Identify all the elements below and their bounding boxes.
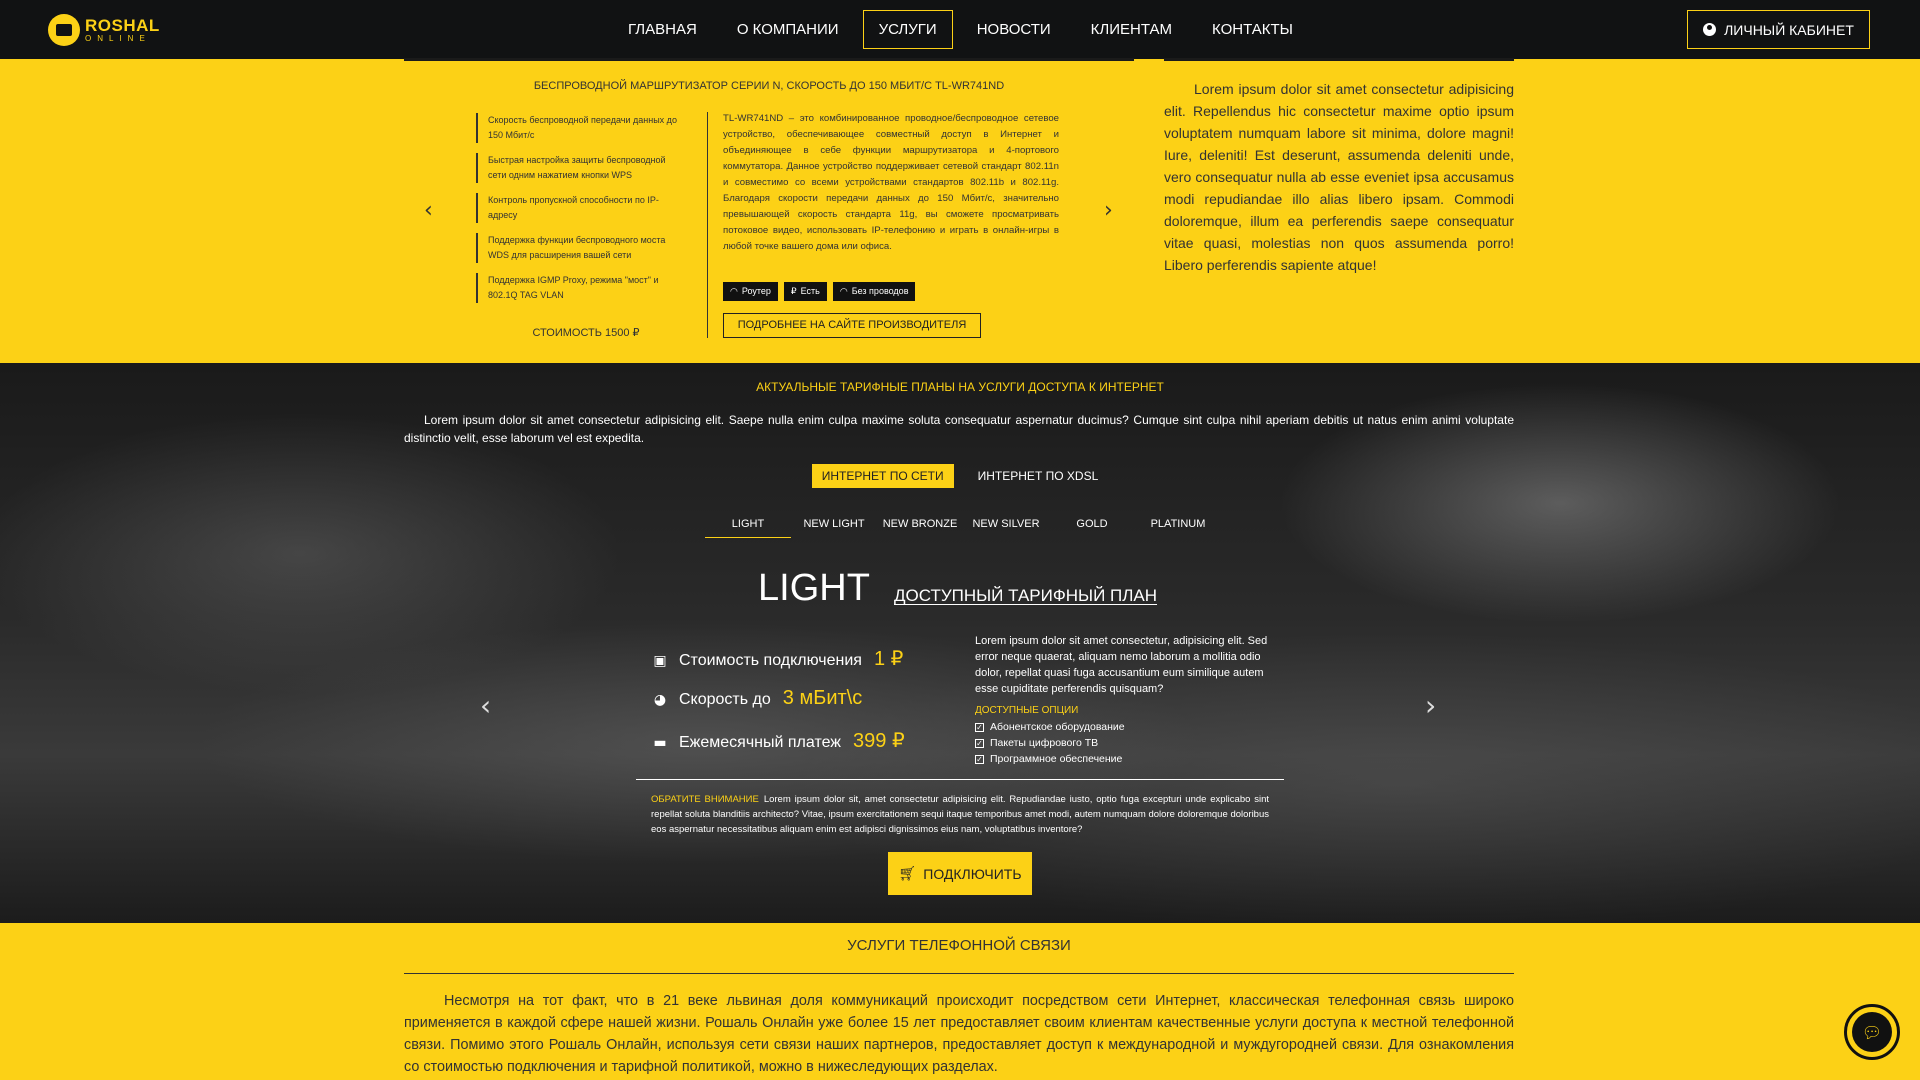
tariffs-section: АКТУАЛЬНЫЕ ТАРИФНЫЕ ПЛАНЫ НА УСЛУГИ ДОСТ…: [0, 363, 1920, 923]
stat-value: 3 мБит\с: [782, 687, 863, 709]
tab-plan-gold[interactable]: GOLD: [1049, 510, 1135, 538]
tab-plan-new-silver[interactable]: NEW SILVER: [963, 510, 1049, 538]
feature-item: Быстрая настройка защиты беспроводной се…: [476, 153, 686, 183]
connection-type-tabs: ИНТЕРНЕТ ПО СЕТИ ИНТЕРНЕТ ПО XDSL: [0, 464, 1920, 488]
tariffs-title: АКТУАЛЬНЫЕ ТАРИФНЫЕ ПЛАНЫ НА УСЛУГИ ДОСТ…: [756, 380, 1164, 394]
feature-item: Поддержка IGMP Proxy, режима "мост" и 80…: [476, 273, 686, 303]
tag-yes: ₽ Есть: [783, 282, 827, 301]
nav-item-clients[interactable]: КЛИЕНТАМ: [1075, 10, 1188, 49]
tab-plan-platinum[interactable]: PLATINUM: [1135, 510, 1221, 538]
checkbox-checked-icon: ✓: [975, 722, 984, 732]
tab-network-internet[interactable]: ИНТЕРНЕТ ПО СЕТИ: [811, 464, 954, 488]
chevron-left-icon[interactable]: ‹: [424, 198, 433, 223]
option-item: ✓ Пакеты цифрового ТВ: [975, 735, 1270, 751]
tab-plan-new-light[interactable]: NEW LIGHT: [791, 510, 877, 538]
product-card-top-bar: [404, 58, 1134, 61]
feature-item: Скорость беспроводной передачи данных до…: [476, 113, 686, 143]
site-header: ROSHAL ONLINE ГЛАВНАЯ О КОМПАНИИ УСЛУГИ …: [0, 0, 1920, 59]
tag-label: Роутер: [741, 286, 771, 296]
product-features: Скорость беспроводной передачи данных до…: [476, 113, 686, 313]
stat-speed: ◕ Скорость до 3 мБит\с: [650, 687, 905, 713]
product-description: TL-WR741ND – это комбинированное проводн…: [723, 113, 1059, 252]
phone-services-text: Несмотря на тот факт, что в 21 веке льви…: [404, 993, 1514, 1075]
side-text: Lorem ipsum dolor sit amet consectetur a…: [1164, 81, 1514, 273]
ruble-icon: ₽: [790, 286, 797, 296]
logo-subtitle: ONLINE: [85, 34, 151, 43]
plan-subtitle: ДОСТУПНЫЙ ТАРИФНЫЙ ПЛАН: [894, 586, 1158, 605]
option-label: Абонентское оборудование: [990, 721, 1125, 733]
chevron-right-icon[interactable]: ›: [1104, 198, 1113, 223]
stat-monthly-payment: ▬ Ежемесячный платеж 399 ₽: [650, 728, 905, 754]
note-label: ОБРАТИТЕ ВНИМАНИЕ: [651, 794, 759, 805]
options-title: ДОСТУПНЫЕ ОПЦИИ: [975, 705, 1079, 716]
product-price: СТОИМОСТЬ 1500 ₽: [532, 327, 640, 339]
money-icon: ▣: [653, 653, 667, 669]
connect-button[interactable]: 🛒︎ ПОДКЛЮЧИТЬ: [888, 852, 1032, 895]
option-item: ✓ Абонентское оборудование: [975, 719, 1270, 735]
nav-item-contacts[interactable]: КОНТАКТЫ: [1196, 10, 1309, 49]
option-item: ✓ Программное обеспечение: [975, 751, 1270, 767]
feature-item: Контроль пропускной способности по IP-ад…: [476, 193, 686, 223]
speedometer-icon: ◕: [653, 692, 667, 708]
nav-item-news[interactable]: НОВОСТИ: [961, 10, 1067, 49]
nav-item-about[interactable]: О КОМПАНИИ: [721, 10, 855, 49]
main-nav: ГЛАВНАЯ О КОМПАНИИ УСЛУГИ НОВОСТИ КЛИЕНТ…: [612, 10, 1317, 49]
plan-info-text: Lorem ipsum dolor sit amet consectetur, …: [975, 635, 1268, 695]
tag-router: ◠ Роутер: [723, 282, 778, 301]
personal-account-label: ЛИЧНЫЙ КАБИНЕТ: [1724, 21, 1854, 38]
stat-value: 1 ₽: [873, 648, 904, 670]
wifi-icon: ◠: [730, 286, 738, 296]
chevron-left-icon[interactable]: ‹: [480, 689, 491, 722]
option-label: Программное обеспечение: [990, 753, 1123, 765]
credit-card-icon: ▬: [653, 735, 667, 751]
user-icon: [1703, 23, 1717, 36]
stat-label: Скорость до: [679, 691, 771, 708]
tab-plan-light[interactable]: LIGHT: [705, 510, 791, 538]
stat-label: Ежемесячный платеж: [679, 734, 842, 751]
plan-name: LIGHT: [758, 567, 870, 609]
chevron-right-icon[interactable]: ›: [1425, 689, 1436, 722]
chat-icon: 💬︎: [1852, 1012, 1892, 1052]
nav-item-services[interactable]: УСЛУГИ: [862, 10, 953, 49]
side-card-top-bar: [1164, 58, 1514, 61]
option-label: Пакеты цифрового ТВ: [990, 737, 1099, 749]
tag-wireless: ◠ Без проводов: [832, 282, 916, 301]
plan-note: ОБРАТИТЕ ВНИМАНИЕ Lorem ipsum dolor sit, …: [651, 792, 1269, 837]
tab-xdsl-internet[interactable]: ИНТЕРНЕТ ПО XDSL: [968, 464, 1109, 488]
tag-label: Без проводов: [851, 286, 909, 296]
logo-icon: [48, 14, 80, 46]
plan-tabs: LIGHT NEW LIGHT NEW BRONZE NEW SILVER GO…: [705, 510, 1221, 538]
phone-divider: [404, 973, 1514, 974]
phone-services-title: УСЛУГИ ТЕЛЕФОННОЙ СВЯЗИ: [847, 937, 1071, 954]
tag-label: Есть: [800, 286, 820, 296]
plan-stats: ▣ Стоимость подключения 1 ₽ ◕ Скорость д…: [650, 646, 905, 769]
nav-item-home[interactable]: ГЛАВНАЯ: [612, 10, 713, 49]
personal-account-button[interactable]: ЛИЧНЫЙ КАБИНЕТ: [1687, 10, 1870, 49]
chat-button[interactable]: 💬︎: [1844, 1004, 1900, 1060]
wifi-icon: ◠: [839, 286, 848, 296]
logo-title: ROSHAL: [85, 16, 160, 35]
stat-connection-cost: ▣ Стоимость подключения 1 ₽: [650, 646, 905, 672]
stat-label: Стоимость подключения: [679, 652, 862, 669]
checkbox-checked-icon: ✓: [975, 738, 984, 748]
checkbox-checked-icon: ✓: [975, 754, 984, 764]
logo[interactable]: ROSHAL ONLINE: [48, 14, 160, 46]
plan-info: Lorem ipsum dolor sit amet consectetur, …: [975, 633, 1270, 767]
tariffs-intro: Lorem ipsum dolor sit amet consectetur a…: [404, 413, 1514, 445]
product-title: БЕСПРОВОДНОЙ МАРШРУТИЗАТОР СЕРИИ N, СКОР…: [533, 80, 1005, 92]
product-tags: ◠ Роутер ₽ Есть ◠ Без проводов: [723, 282, 916, 301]
tab-plan-new-bronze[interactable]: NEW BRONZE: [877, 510, 963, 538]
plan-divider: [636, 779, 1284, 780]
cart-icon: 🛒︎: [898, 865, 917, 882]
connect-label: ПОДКЛЮЧИТЬ: [923, 865, 1022, 882]
product-divider: [707, 112, 708, 338]
stat-value: 399 ₽: [853, 730, 905, 752]
feature-item: Поддержка функции беспроводного моста WD…: [476, 233, 686, 263]
manufacturer-link-button[interactable]: ПОДРОБНЕЕ НА САЙТЕ ПРОИЗВОДИТЕЛЯ: [723, 313, 981, 338]
